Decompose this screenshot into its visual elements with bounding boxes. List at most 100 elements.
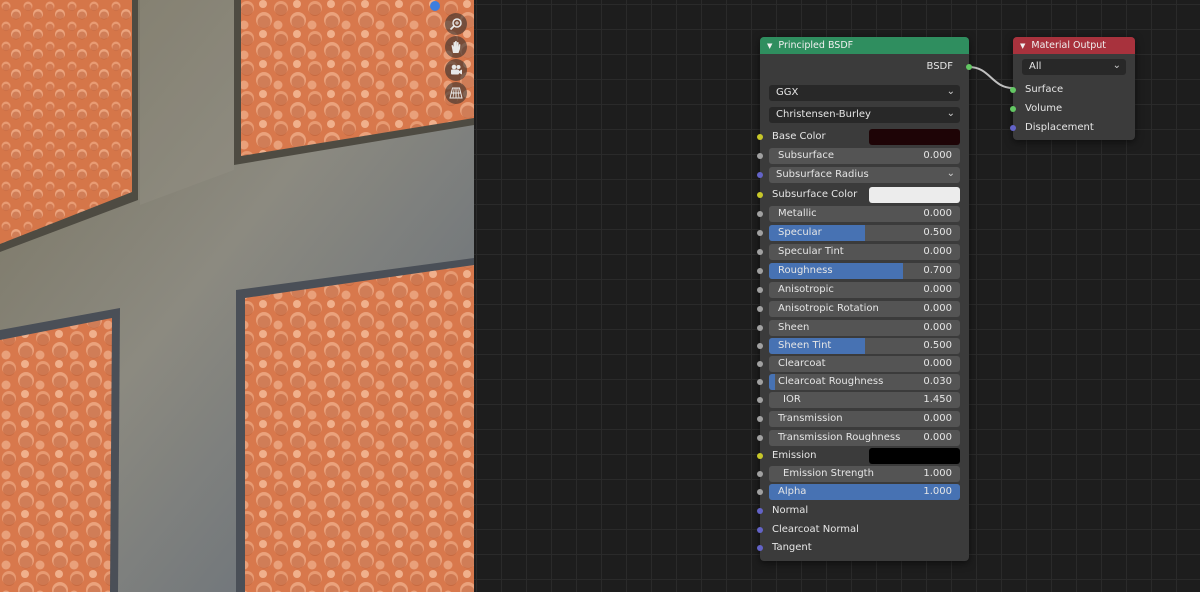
emission-socket[interactable] <box>757 453 763 459</box>
displacement-socket[interactable] <box>1010 125 1016 131</box>
base-color-socket[interactable] <box>757 134 763 140</box>
subsurface-method-value: Christensen-Burley <box>776 109 871 120</box>
chevron-down-icon: ⌄ <box>1112 60 1121 71</box>
surface-label: Surface <box>1025 84 1064 95</box>
emission-strength-slider[interactable]: Emission Strength 1.000 <box>769 466 960 482</box>
material-output-header[interactable]: ▼ Material Output <box>1013 37 1135 54</box>
transmission-value: 0.000 <box>923 413 952 424</box>
principled-bsdf-node[interactable]: ▼ Principled BSDF BSDF GGX ⌄ Christensen… <box>757 37 972 561</box>
sheen-tint-socket[interactable] <box>757 343 763 349</box>
clearcoat-socket[interactable] <box>757 361 763 367</box>
input-row-specular-tint: Specular Tint 0.000 <box>757 244 969 260</box>
surface-socket[interactable] <box>1010 87 1016 93</box>
normal-socket[interactable] <box>757 508 763 514</box>
specular-tint-label: Specular Tint <box>778 246 844 257</box>
anisotropic-slider[interactable]: Anisotropic 0.000 <box>769 282 960 298</box>
input-row-clearcoat: Clearcoat 0.000 <box>757 356 969 372</box>
subsurface-radius-socket[interactable] <box>757 172 763 178</box>
specular-tint-slider[interactable]: Specular Tint 0.000 <box>769 244 960 260</box>
distribution-dropdown[interactable]: GGX ⌄ <box>769 85 960 101</box>
rendered-scene <box>0 0 474 592</box>
navigation-gizmo-axis[interactable] <box>430 1 440 11</box>
material-output-title: Material Output <box>1031 40 1107 51</box>
hand-pan-icon[interactable] <box>445 36 467 58</box>
3d-viewport[interactable] <box>0 0 474 592</box>
input-row-anisotropic-rotation: Anisotropic Rotation 0.000 <box>757 301 969 317</box>
emission-strength-socket[interactable] <box>757 471 763 477</box>
emission-color-swatch[interactable] <box>869 448 960 464</box>
anisotropic-rotation-slider[interactable]: Anisotropic Rotation 0.000 <box>769 301 960 317</box>
output-row-displacement: Displacement <box>1010 120 1135 136</box>
transmission-roughness-socket[interactable] <box>757 435 763 441</box>
clearcoat-roughness-socket[interactable] <box>757 379 763 385</box>
input-row-anisotropic: Anisotropic 0.000 <box>757 282 969 298</box>
perspective-grid-icon[interactable] <box>445 82 467 104</box>
anisotropic-socket[interactable] <box>757 287 763 293</box>
transmission-socket[interactable] <box>757 416 763 422</box>
target-row: All ⌄ <box>1013 59 1135 75</box>
normal-label: Normal <box>772 505 809 516</box>
transmission-label: Transmission <box>778 413 843 424</box>
roughness-socket[interactable] <box>757 268 763 274</box>
subsurface-color-label: Subsurface Color <box>772 189 858 200</box>
sheen-tint-slider[interactable]: Sheen Tint 0.500 <box>769 338 960 354</box>
chevron-down-icon: ⌄ <box>946 168 955 179</box>
zoom-icon[interactable] <box>445 13 467 35</box>
sheen-label: Sheen <box>778 322 810 333</box>
base-color-color-swatch[interactable] <box>869 129 960 145</box>
subsurface-color-color-swatch[interactable] <box>869 187 960 203</box>
sheen-slider[interactable]: Sheen 0.000 <box>769 320 960 336</box>
principled-bsdf-header[interactable]: ▼ Principled BSDF <box>760 37 969 54</box>
bsdf-output-row: BSDF <box>760 59 972 75</box>
anisotropic-rotation-value: 0.000 <box>923 303 952 314</box>
subsurface-socket[interactable] <box>757 153 763 159</box>
alpha-socket[interactable] <box>757 489 763 495</box>
input-row-sheen-tint: Sheen Tint 0.500 <box>757 338 969 354</box>
camera-icon[interactable] <box>445 59 467 81</box>
material-output-node[interactable]: ▼ Material Output All ⌄ Surface Volume Dis… <box>1010 37 1135 140</box>
sheen-value: 0.000 <box>923 322 952 333</box>
output-row-volume: Volume <box>1010 101 1135 117</box>
subsurface-slider[interactable]: Subsurface 0.000 <box>769 148 960 164</box>
base-color-label: Base Color <box>772 131 826 142</box>
metallic-socket[interactable] <box>757 211 763 217</box>
subsurface-value: 0.000 <box>923 150 952 161</box>
subsurface-method-dropdown[interactable]: Christensen-Burley ⌄ <box>769 107 960 123</box>
principled-bsdf-title: Principled BSDF <box>778 40 854 51</box>
specular-socket[interactable] <box>757 230 763 236</box>
tangent-socket[interactable] <box>757 545 763 551</box>
bsdf-output-socket[interactable] <box>966 64 972 70</box>
ior-socket[interactable] <box>757 397 763 403</box>
ior-label: IOR <box>783 394 801 405</box>
collapse-triangle-icon[interactable]: ▼ <box>767 42 772 50</box>
clearcoat-normal-socket[interactable] <box>757 527 763 533</box>
transmission-slider[interactable]: Transmission 0.000 <box>769 411 960 427</box>
collapse-triangle-icon[interactable]: ▼ <box>1020 42 1025 50</box>
clearcoat-roughness-value: 0.030 <box>923 376 952 387</box>
specular-slider[interactable]: Specular 0.500 <box>769 225 960 241</box>
emission-label: Emission <box>772 450 817 461</box>
input-row-emission-strength: Emission Strength 1.000 <box>757 466 969 482</box>
ior-slider[interactable]: IOR 1.450 <box>769 392 960 408</box>
alpha-slider[interactable]: Alpha 1.000 <box>769 484 960 500</box>
specular-label: Specular <box>778 227 822 238</box>
specular-tint-socket[interactable] <box>757 249 763 255</box>
roughness-slider[interactable]: Roughness 0.700 <box>769 263 960 279</box>
alpha-label: Alpha <box>778 486 807 497</box>
clearcoat-slider[interactable]: Clearcoat 0.000 <box>769 356 960 372</box>
subsurface-label: Subsurface <box>778 150 834 161</box>
anisotropic-rotation-socket[interactable] <box>757 306 763 312</box>
transmission-roughness-label: Transmission Roughness <box>778 432 901 443</box>
input-row-alpha: Alpha 1.000 <box>757 484 969 500</box>
sheen-socket[interactable] <box>757 325 763 331</box>
target-dropdown[interactable]: All ⌄ <box>1022 59 1126 75</box>
transmission-roughness-slider[interactable]: Transmission Roughness 0.000 <box>769 430 960 446</box>
subsurface-color-socket[interactable] <box>757 192 763 198</box>
volume-socket[interactable] <box>1010 106 1016 112</box>
chevron-down-icon: ⌄ <box>946 108 955 119</box>
input-row-base-color: Base Color <box>757 129 969 145</box>
metallic-slider[interactable]: Metallic 0.000 <box>769 206 960 222</box>
input-row-emission: Emission <box>757 448 969 464</box>
subsurface-radius-dropdown[interactable]: Subsurface Radius ⌄ <box>769 167 960 183</box>
clearcoat-roughness-slider[interactable]: Clearcoat Roughness 0.030 <box>769 374 960 390</box>
